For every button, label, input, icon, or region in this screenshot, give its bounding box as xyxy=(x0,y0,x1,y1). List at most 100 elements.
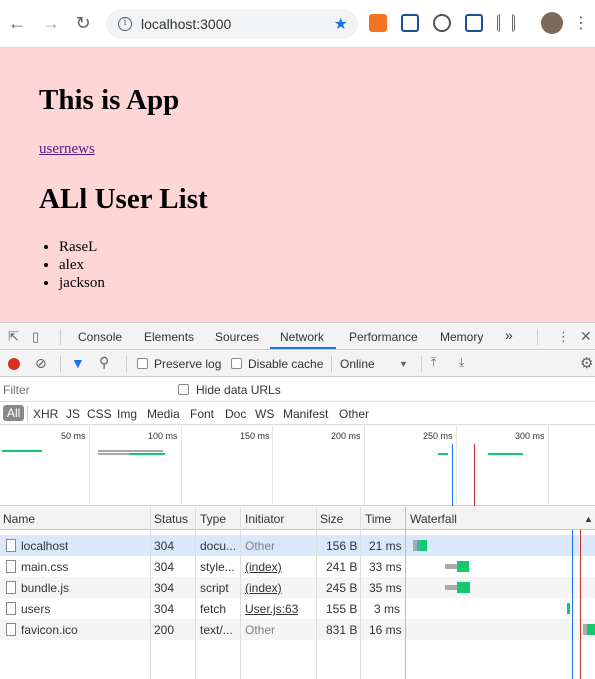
request-status: 200 xyxy=(154,623,175,637)
request-type: script xyxy=(200,581,229,595)
back-arrow-icon[interactable]: ← xyxy=(6,12,28,34)
request-name[interactable]: bundle.js xyxy=(21,581,69,595)
url-text[interactable]: localhost:3000 xyxy=(141,16,231,32)
column-time[interactable]: Time xyxy=(365,512,391,526)
sort-ascending-icon[interactable]: ▲ xyxy=(584,514,593,524)
filter-input[interactable] xyxy=(3,381,165,399)
type-ws[interactable]: WS xyxy=(255,407,274,421)
settings-gear-icon[interactable]: ⚙ xyxy=(580,354,593,372)
type-font[interactable]: Font xyxy=(190,407,214,421)
info-icon[interactable]: i xyxy=(118,17,132,31)
type-js[interactable]: JS xyxy=(66,407,80,421)
tab-elements[interactable]: Elements xyxy=(144,330,194,344)
overview-request-bar xyxy=(98,450,163,452)
table-row[interactable]: users 304 fetch User.js:63 155 B 3 ms xyxy=(0,598,595,619)
type-manifest[interactable]: Manifest xyxy=(283,407,328,421)
column-divider[interactable] xyxy=(195,507,196,679)
bookmark-star-icon[interactable]: ★ xyxy=(334,14,348,34)
usernews-link[interactable]: usernews xyxy=(39,141,95,158)
request-name[interactable]: favicon.ico xyxy=(21,623,78,637)
type-xhr[interactable]: XHR xyxy=(33,407,58,421)
download-extension-icon[interactable] xyxy=(369,14,387,32)
overview-gridline xyxy=(548,426,549,506)
search-icon[interactable]: ⚲ xyxy=(99,354,109,371)
request-time: 21 ms xyxy=(369,539,402,553)
tab-memory[interactable]: Memory xyxy=(440,330,483,344)
request-name[interactable]: localhost xyxy=(21,539,68,553)
table-row[interactable]: favicon.ico 200 text/... Other 831 B 16 … xyxy=(0,619,595,640)
column-name[interactable]: Name xyxy=(3,512,35,526)
column-type[interactable]: Type xyxy=(200,512,226,526)
chevron-down-icon[interactable]: ▼ xyxy=(399,359,408,369)
type-all[interactable]: All xyxy=(3,405,25,421)
type-img[interactable]: Img xyxy=(117,407,137,421)
request-name[interactable]: users xyxy=(21,602,50,616)
hide-data-urls-checkbox[interactable] xyxy=(178,384,189,395)
table-row[interactable]: localhost 304 docu... Other 156 B 21 ms xyxy=(0,535,595,556)
request-status: 304 xyxy=(154,560,175,574)
table-row[interactable]: bundle.js 304 script (index) 245 B 35 ms xyxy=(0,577,595,598)
column-waterfall[interactable]: Waterfall xyxy=(410,512,457,526)
list-item: RaseL xyxy=(59,238,105,256)
column-divider[interactable] xyxy=(360,507,361,679)
more-tabs-icon[interactable]: » xyxy=(505,327,513,343)
request-name[interactable]: main.css xyxy=(21,560,68,574)
request-initiator[interactable]: (index) xyxy=(245,581,282,595)
reload-icon[interactable]: ↻ xyxy=(72,12,94,34)
overview-gridline xyxy=(272,426,273,506)
inspect-element-icon[interactable]: ⇱ xyxy=(8,329,19,345)
tab-network[interactable]: Network xyxy=(280,330,324,344)
overview-tick-label: 50 ms xyxy=(61,431,86,441)
overview-gridline xyxy=(89,426,90,506)
avatar[interactable] xyxy=(541,12,563,34)
export-har-icon[interactable]: ⤓ xyxy=(459,355,464,370)
waterfall-download-bar xyxy=(457,582,470,593)
devtools-menu-icon[interactable]: ⋮ xyxy=(557,329,570,345)
network-overview[interactable]: 50 ms 100 ms 150 ms 200 ms 250 ms 300 ms xyxy=(0,426,595,506)
tab-performance[interactable]: Performance xyxy=(349,330,418,344)
overview-gridline xyxy=(456,426,457,506)
overview-request-bar xyxy=(438,453,448,455)
tab-console[interactable]: Console xyxy=(78,330,122,344)
save-extension-icon[interactable] xyxy=(401,14,419,32)
throttle-select[interactable]: Online xyxy=(340,357,375,371)
forward-arrow-icon[interactable]: → xyxy=(40,12,62,34)
active-tab-indicator xyxy=(270,347,336,349)
address-bar[interactable]: i localhost:3000 ★ xyxy=(106,9,358,39)
column-status[interactable]: Status xyxy=(154,512,188,526)
document-icon xyxy=(6,581,16,594)
column-divider[interactable] xyxy=(405,507,406,679)
type-media[interactable]: Media xyxy=(147,407,180,421)
filter-funnel-icon[interactable]: ▼ xyxy=(71,355,85,371)
request-initiator[interactable]: User.js:63 xyxy=(245,602,298,616)
record-icon[interactable] xyxy=(8,358,20,370)
device-toolbar-icon[interactable]: ▯ xyxy=(32,329,39,345)
circle-extension-icon[interactable] xyxy=(433,14,451,32)
column-divider[interactable] xyxy=(240,507,241,679)
import-har-icon[interactable]: ⤒ xyxy=(431,355,436,370)
overview-tick-label: 200 ms xyxy=(331,431,361,441)
type-other[interactable]: Other xyxy=(339,407,369,421)
request-initiator[interactable]: (index) xyxy=(245,560,282,574)
network-toolbar: ⊘ ▼ ⚲ Preserve log Disable cache Online … xyxy=(0,351,595,377)
column-divider[interactable] xyxy=(150,507,151,679)
audio-extension-icon[interactable] xyxy=(497,14,515,32)
column-size[interactable]: Size xyxy=(320,512,343,526)
clear-icon[interactable]: ⊘ xyxy=(35,355,47,372)
type-doc[interactable]: Doc xyxy=(225,407,246,421)
request-status: 304 xyxy=(154,581,175,595)
tab-sources[interactable]: Sources xyxy=(215,330,259,344)
media-extension-icon[interactable] xyxy=(465,14,483,32)
column-initiator[interactable]: Initiator xyxy=(245,512,284,526)
disable-cache-checkbox[interactable] xyxy=(231,358,242,369)
browser-toolbar: ← → ↻ i localhost:3000 ★ ⋮ xyxy=(0,0,595,48)
menu-kebab-icon[interactable]: ⋮ xyxy=(570,12,592,34)
overview-tick-label: 250 ms xyxy=(423,431,453,441)
preserve-log-checkbox[interactable] xyxy=(137,358,148,369)
type-css[interactable]: CSS xyxy=(87,407,112,421)
overview-gridline xyxy=(181,426,182,506)
request-time: 3 ms xyxy=(374,602,401,616)
column-divider[interactable] xyxy=(316,507,317,679)
close-icon[interactable]: ✕ xyxy=(580,328,592,345)
table-row[interactable]: main.css 304 style... (index) 241 B 33 m… xyxy=(0,556,595,577)
